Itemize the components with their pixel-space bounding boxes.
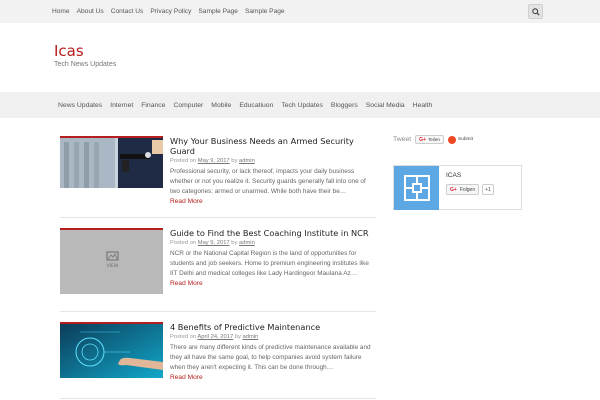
nav-news-updates[interactable]: News Updates [58, 102, 102, 109]
follow-label: Folgen [459, 186, 476, 193]
security-guard-image [60, 136, 163, 188]
placeholder-label: VIEW [107, 263, 119, 269]
nav-health[interactable]: Health [413, 102, 433, 109]
google-plus-icon: G+ [450, 186, 457, 193]
post-author-link[interactable]: admin [239, 240, 255, 246]
post-title[interactable]: Why Your Business Needs an Armed Securit… [170, 136, 376, 156]
by-label: by [234, 334, 241, 340]
post-excerpt: Professional security, or lack thereof, … [170, 168, 366, 195]
posted-on-label: Posted on [170, 158, 197, 164]
avatar[interactable] [394, 166, 439, 210]
post-date-link[interactable]: April 24, 2017 [197, 334, 233, 340]
main-navigation: News Updates Internet Finance Computer M… [0, 92, 600, 118]
post-meta: Posted on May 9, 2017 by admin [170, 158, 376, 164]
post-meta: Posted on May 9, 2017 by admin [170, 240, 376, 246]
post-divider [60, 217, 376, 218]
posted-on-label: Posted on [170, 334, 197, 340]
post-date-link[interactable]: May 9, 2017 [198, 158, 230, 164]
plus-one-count[interactable]: +1 [482, 184, 494, 195]
nav-tech-updates[interactable]: Tech Updates [281, 102, 323, 109]
post-thumbnail[interactable] [60, 136, 163, 188]
placeholder-image: VIEW [60, 228, 163, 294]
post-title[interactable]: 4 Benefits of Predictive Maintenance [170, 322, 376, 332]
post-excerpt: NCR or the National Capital Region is th… [170, 250, 369, 277]
read-more-link[interactable]: Read More [170, 198, 376, 205]
top-navigation: Home About Us Contact Us Privacy Policy … [52, 0, 292, 23]
post-thumbnail[interactable]: VIEW [60, 228, 163, 294]
site-description: Tech News Updates [54, 61, 117, 68]
topnav-sample-page[interactable]: Sample Page [198, 8, 238, 15]
follow-button[interactable]: G+ Folgen [446, 184, 479, 195]
post-meta: Posted on April 24, 2017 by admin [170, 334, 376, 340]
search-button[interactable] [528, 4, 543, 19]
by-label: by [231, 240, 238, 246]
nav-mobile[interactable]: Mobile [211, 102, 231, 109]
google-plus-badge: ICAS G+ Folgen +1 [393, 165, 522, 210]
post-divider [60, 311, 376, 312]
topnav-about-us[interactable]: About Us [77, 8, 104, 15]
profile-name[interactable]: ICAS [446, 172, 461, 179]
post-thumbnail[interactable] [60, 322, 163, 378]
social-share-row: Tweet G+ Teilen Submit [393, 135, 473, 144]
read-more-link[interactable]: Read More [170, 374, 376, 381]
posted-on-label: Posted on [170, 240, 197, 246]
search-icon [531, 7, 540, 16]
topnav-privacy-policy[interactable]: Privacy Policy [150, 8, 191, 15]
read-more-link[interactable]: Read More [170, 280, 376, 287]
profile-logo-icon [403, 175, 430, 201]
nav-internet[interactable]: Internet [110, 102, 133, 109]
nav-social-media[interactable]: Social Media [366, 102, 405, 109]
google-plus-share-label: Teilen [427, 137, 440, 142]
nav-computer[interactable]: Computer [173, 102, 203, 109]
google-plus-icon: G+ [419, 136, 426, 143]
google-plus-share-button[interactable]: G+ Teilen [415, 135, 444, 144]
post-author-link[interactable]: admin [243, 334, 259, 340]
top-bar: Home About Us Contact Us Privacy Policy … [0, 0, 600, 23]
topnav-sample-page-2[interactable]: Sample Page [245, 8, 285, 15]
stumbleupon-label: Submit [457, 137, 473, 142]
post-author-link[interactable]: admin [239, 158, 255, 164]
tweet-button[interactable]: Tweet [393, 136, 411, 143]
nav-finance[interactable]: Finance [141, 102, 165, 109]
predictive-maintenance-image [60, 322, 163, 378]
stumbleupon-submit-button[interactable]: Submit [447, 135, 473, 144]
stumbleupon-icon [447, 135, 456, 144]
post-excerpt: There are many different kinds of predic… [170, 344, 371, 371]
nav-bloggers[interactable]: Bloggers [331, 102, 358, 109]
post-divider [60, 398, 376, 399]
post-title[interactable]: Guide to Find the Best Coaching Institut… [170, 228, 376, 238]
nav-education[interactable]: Educatiuon [239, 102, 273, 109]
topnav-home[interactable]: Home [52, 8, 70, 15]
site-title[interactable]: Icas [54, 42, 84, 60]
by-label: by [231, 158, 238, 164]
topnav-contact-us[interactable]: Contact Us [111, 8, 144, 15]
post-date-link[interactable]: May 9, 2017 [198, 240, 230, 246]
